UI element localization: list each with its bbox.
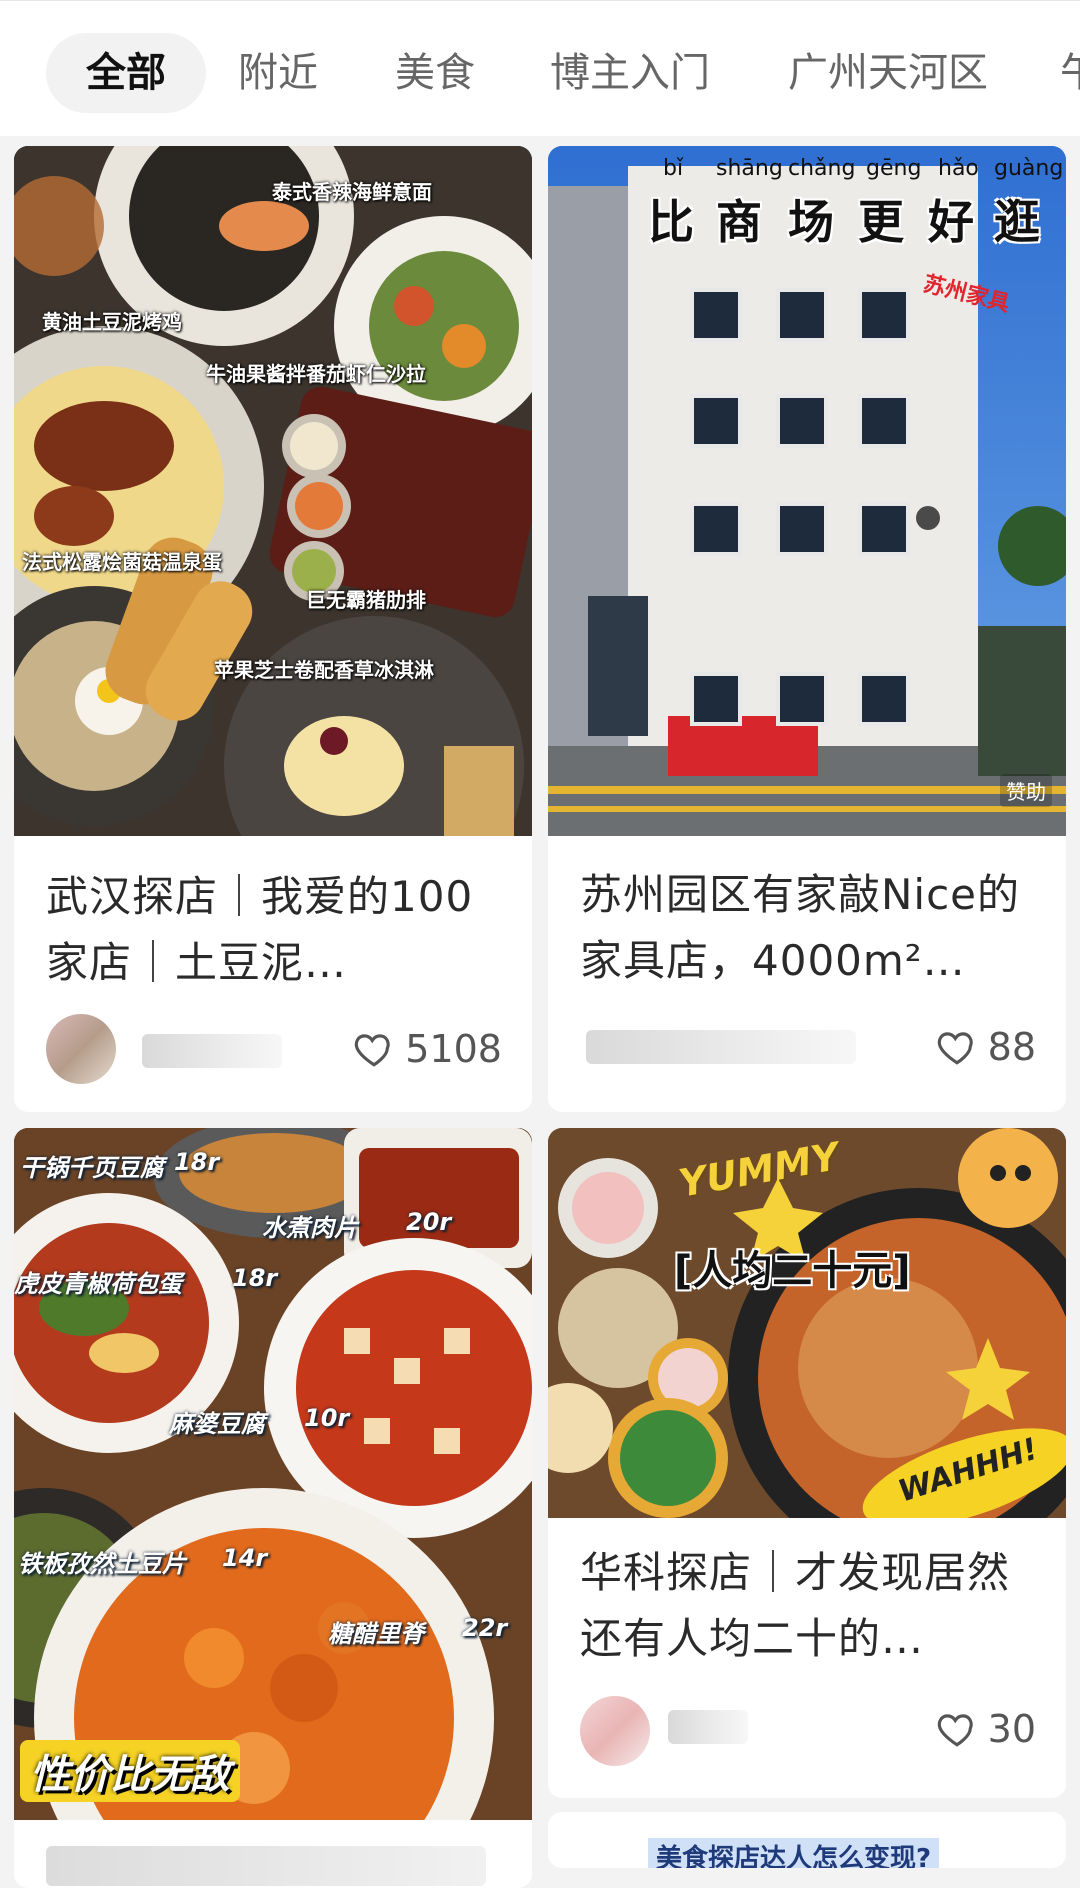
card-thumbnail: M bǐ shāng chǎng gēng hǎo guàng 比 商 场 更 …	[548, 146, 1066, 836]
building-window	[858, 502, 910, 556]
avatar[interactable]	[580, 1696, 650, 1766]
image-dish-name: 麻婆豆腐	[169, 1410, 265, 1438]
image-headline-char: 好	[928, 195, 974, 249]
building-window	[858, 288, 910, 342]
card-thumbnail: 泰式香辣海鲜意面 黄油土豆泥烤鸡 牛油果酱拌番茄虾仁沙拉 法式松露烩菌菇温泉蛋 …	[14, 146, 532, 836]
image-pinyin: gēng	[866, 156, 922, 181]
building-window	[858, 672, 910, 726]
author-name-blurred[interactable]	[668, 1710, 748, 1744]
image-banner: 美食探店达人怎么变现?	[648, 1838, 940, 1868]
card-thumbnail: 干锅千页豆腐 18r 水煮肉片 20r 虎皮青椒荷包蛋 18r 麻婆豆腐 10r…	[14, 1128, 532, 1820]
like-count[interactable]: 5108	[353, 1024, 502, 1074]
food-table-image	[14, 146, 532, 836]
image-food-label: 黄油土豆泥烤鸡	[42, 310, 182, 334]
card-title[interactable]: 华科探店｜才发现居然还有人均二十的…	[580, 1540, 1040, 1672]
image-dish-price: 20r	[406, 1208, 452, 1236]
building-window	[776, 502, 828, 556]
image-dish-name: 铁板孜然土豆片	[18, 1550, 186, 1578]
image-headline-char: 比	[648, 195, 694, 249]
image-dish-price: 10r	[304, 1404, 350, 1432]
like-count-value: 88	[987, 1025, 1036, 1069]
category-tab-bar: 全部 附近 美食 博主入门 广州天河区 午	[0, 0, 1080, 136]
image-pinyin: shāng	[716, 156, 783, 181]
heart-outline-icon	[937, 1032, 973, 1065]
like-count-value: 5108	[405, 1027, 502, 1071]
image-headline-char: 场	[788, 195, 834, 249]
building-window	[776, 288, 828, 342]
building-window	[690, 672, 742, 726]
image-dish-name: 水煮肉片	[262, 1214, 358, 1242]
image-dish-name: 干锅千页豆腐	[20, 1154, 164, 1182]
image-headline-char: 更	[858, 195, 904, 249]
building-window	[690, 502, 742, 556]
image-dish-price: 18r	[174, 1148, 220, 1176]
card-thumbnail: YUMMY [人均二十元] WAHHH!	[548, 1128, 1066, 1518]
image-dish-price: 22r	[462, 1614, 508, 1642]
heart-outline-icon	[355, 1034, 390, 1067]
like-count[interactable]: 30	[936, 1704, 1036, 1754]
feed-card-suzhou[interactable]: M bǐ shāng chǎng gēng hǎo guàng 比 商 场 更 …	[548, 146, 1066, 1112]
card-title-clipped[interactable]	[46, 1846, 486, 1886]
like-count[interactable]: 88	[936, 1022, 1036, 1072]
image-dish-price: 18r	[232, 1264, 278, 1292]
image-pinyin: guàng	[994, 156, 1064, 181]
building-window	[858, 394, 910, 448]
author-name-blurred[interactable]	[142, 1034, 282, 1068]
image-food-label: 苹果芝士卷配香草冰淇淋	[214, 658, 434, 682]
feed-card-monetize[interactable]: 美食探店达人怎么变现?	[548, 1812, 1066, 1868]
image-food-label: 泰式香辣海鲜意面	[272, 180, 432, 204]
image-banner: [人均二十元]	[674, 1248, 911, 1294]
image-pinyin: hǎo	[938, 156, 979, 181]
image-food-label: 牛油果酱拌番茄虾仁沙拉	[206, 362, 426, 386]
image-dish-price: 14r	[222, 1544, 268, 1572]
building-window	[776, 672, 828, 726]
tab-overflow[interactable]: 午	[1060, 33, 1080, 113]
feed-card-dishes[interactable]: 干锅千页豆腐 18r 水煮肉片 20r 虎皮青椒荷包蛋 18r 麻婆豆腐 10r…	[14, 1128, 532, 1888]
like-count-value: 30	[987, 1707, 1036, 1751]
avatar[interactable]	[46, 1014, 116, 1084]
author-name-blurred[interactable]	[586, 1030, 856, 1064]
tab-guangzhou-tianhe[interactable]: 广州天河区	[788, 33, 988, 113]
image-food-label: 巨无霸猪肋排	[306, 588, 426, 612]
sponsored-badge: 赞助	[1000, 774, 1052, 807]
image-pinyin: chǎng	[788, 156, 856, 181]
tab-food[interactable]: 美食	[395, 33, 475, 113]
image-pinyin: bǐ	[663, 156, 684, 181]
feed-card-huake[interactable]: YUMMY [人均二十元] WAHHH! 华科探店｜才发现居然还有人均二十的… …	[548, 1128, 1066, 1798]
card-title[interactable]: 武汉探店｜我爱的100家店｜土豆泥…	[46, 864, 506, 996]
building-window	[690, 394, 742, 448]
image-dish-name: 糖醋里脊	[328, 1620, 424, 1648]
image-dish-name: 虎皮青椒荷包蛋	[14, 1270, 182, 1298]
tab-nearby[interactable]: 附近	[238, 33, 318, 113]
image-stamp: 性价比无敌	[20, 1740, 240, 1802]
image-food-label: 法式松露烩菌菇温泉蛋	[22, 550, 222, 574]
heart-outline-icon	[937, 1714, 973, 1747]
image-headline-char: 逛	[994, 195, 1040, 249]
feed-card-wuhan[interactable]: 泰式香辣海鲜意面 黄油土豆泥烤鸡 牛油果酱拌番茄虾仁沙拉 法式松露烩菌菇温泉蛋 …	[14, 146, 532, 1112]
tab-blogger-beginner[interactable]: 博主入门	[550, 33, 710, 113]
image-headline-char: 商	[716, 195, 762, 249]
building-window	[690, 288, 742, 342]
tab-all[interactable]: 全部	[46, 33, 206, 113]
building-window	[776, 394, 828, 448]
card-title[interactable]: 苏州园区有家敲Nice的家具店，4000m²…	[580, 862, 1040, 994]
